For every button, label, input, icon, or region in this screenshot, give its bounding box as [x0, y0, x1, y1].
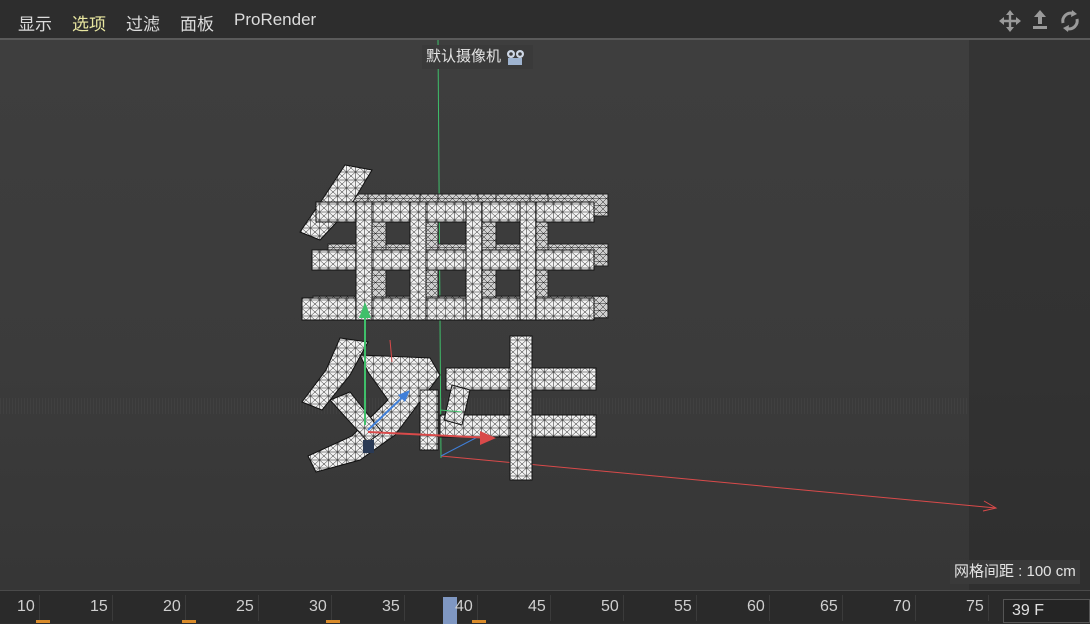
timeline-tick-label: 55 [674, 598, 692, 615]
timeline-tick-label: 65 [820, 598, 838, 615]
timeline-tick-line [331, 595, 332, 621]
timeline-tick-label: 70 [893, 598, 911, 615]
timeline-tick-line [988, 595, 989, 621]
zoom-view-icon[interactable] [1028, 9, 1052, 33]
rotate-view-icon[interactable] [1058, 9, 1082, 33]
timeline-tick-line [185, 595, 186, 621]
timeline-tick-line [112, 595, 113, 621]
timeline-tick-line [915, 595, 916, 621]
camera-icon[interactable] [505, 48, 527, 66]
timeline-tick-line [404, 595, 405, 621]
timeline-tick-line [769, 595, 770, 621]
timeline-tick-label: 20 [163, 598, 181, 615]
timeline-tick-label: 35 [382, 598, 400, 615]
menu-panel[interactable]: 面板 [180, 10, 214, 35]
timeline-tick-line [477, 595, 478, 621]
timeline-tick-label: 30 [309, 598, 327, 615]
scene-canvas[interactable] [0, 40, 1090, 590]
menu-filter[interactable]: 过滤 [126, 10, 160, 35]
viewport-menubar: 显示 选项 过滤 面板 ProRender [0, 0, 1090, 40]
timeline-tick-label: 25 [236, 598, 254, 615]
menu-prorender[interactable]: ProRender [234, 10, 316, 30]
timeline-tick-line [258, 595, 259, 621]
timeline-ruler[interactable]: 10 15 20 25 30 35 40 45 50 55 60 65 70 75 39 F [0, 590, 1090, 624]
world-x-arrow [982, 500, 998, 512]
current-frame-field[interactable]: 39 F [1003, 599, 1090, 623]
timeline-tick-label: 10 [17, 598, 35, 615]
extruded-text-model[interactable] [299, 164, 609, 481]
menu-options[interactable]: 选项 [72, 10, 106, 35]
grid-spacing-label: 网格间距 : 100 cm [950, 560, 1080, 584]
timeline-tick-line [39, 595, 40, 621]
timeline-tick-label: 50 [601, 598, 619, 615]
timeline-tick-line [623, 595, 624, 621]
timeline-tick-label: 45 [528, 598, 546, 615]
view-navigation [998, 9, 1082, 33]
timeline-tick-label: 60 [747, 598, 765, 615]
timeline-tick-line [842, 595, 843, 621]
timeline-tick-label: 40 [455, 598, 473, 615]
timeline-tick-label: 75 [966, 598, 984, 615]
3d-viewport[interactable]: 默认摄像机 网格间距 : 100 cm [0, 40, 1090, 590]
timeline-tick-line [696, 595, 697, 621]
camera-label[interactable]: 默认摄像机 [422, 45, 534, 69]
timeline-tick-label: 15 [90, 598, 108, 615]
move-view-icon[interactable] [998, 9, 1022, 33]
camera-name: 默认摄像机 [426, 48, 502, 65]
timeline-tick-line [550, 595, 551, 621]
menu-display[interactable]: 显示 [18, 10, 52, 35]
